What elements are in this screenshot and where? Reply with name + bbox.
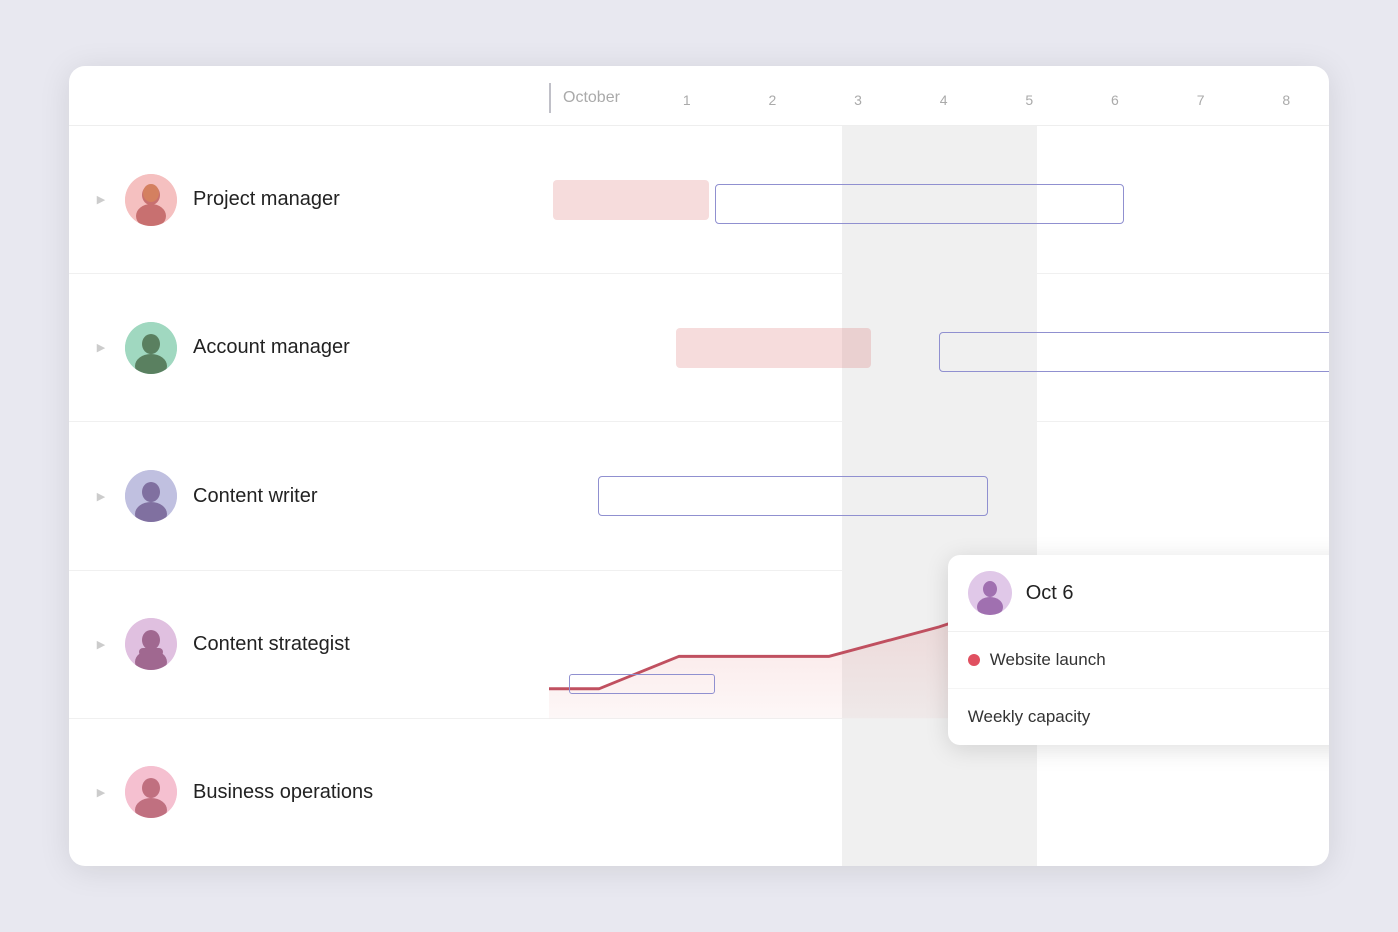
chart-row-am [549,274,1329,422]
tooltip-popup: Oct 6 # # Estimated time Website launch … [948,555,1329,745]
label-row-cw: ▶ Content writer [69,422,549,570]
tooltip-header-left: Oct 6 [968,571,1074,615]
chart-row-pm [549,126,1329,274]
tooltip-row-website: Website launch 30h 20m [948,632,1329,689]
label-row-pm: ▶ Project manager [69,126,549,274]
date-col-7: 7 [1158,92,1244,108]
date-col-1: 1 [644,92,730,108]
tooltip-header: Oct 6 # # Estimated time [948,555,1329,632]
dates-area: October 1 2 3 4 5 6 7 8 [549,83,1329,117]
tooltip-label-website: Website launch [990,650,1106,670]
label-row-cs: ▶ Content strategist [69,571,549,719]
row-name-cw: Content writer [193,485,318,508]
chart-area: Oct 6 # # Estimated time Website launch … [549,126,1329,866]
month-label: October [563,89,620,107]
date-col-5: 5 [986,92,1072,108]
expand-arrow-bo[interactable]: ▶ [93,786,109,799]
row-name-am: Account manager [193,336,350,359]
tooltip-row-capacity: Weekly capacity 40h 00m [948,689,1329,745]
label-row-bo: ▶ Business operations [69,719,549,866]
row-name-cs: Content strategist [193,633,350,656]
expand-arrow-am[interactable]: ▶ [93,341,109,354]
dot-red-website [968,654,980,666]
tooltip-row-left-website: Website launch [968,650,1106,670]
label-row-am: ▶ Account manager [69,274,549,422]
bar-filled-am [676,328,871,368]
row-name-bo: Business operations [193,781,373,804]
bar-outline-pm [715,184,1125,224]
row-name-pm: Project manager [193,188,340,211]
gantt-card: October 1 2 3 4 5 6 7 8 ▶ [69,66,1329,866]
expand-arrow-cs[interactable]: ▶ [93,638,109,651]
tooltip-avatar [968,571,1012,615]
avatar-cs [125,618,177,670]
tooltip-date: Oct 6 [1026,582,1074,605]
chart-row-cw [549,422,1329,570]
date-col-8: 8 [1243,92,1329,108]
avatar-cw [125,470,177,522]
expand-arrow-cw[interactable]: ▶ [93,490,109,503]
header-divider [549,83,551,113]
bar-outline-am [939,332,1329,372]
avatar-am [125,322,177,374]
date-col-3: 3 [815,92,901,108]
avatar-bo [125,766,177,818]
date-col-2: 2 [730,92,816,108]
expand-arrow-pm[interactable]: ▶ [93,193,109,206]
gantt-header: October 1 2 3 4 5 6 7 8 [69,66,1329,126]
bar-filled-pm [553,180,709,220]
bar-outline-cw [598,476,988,516]
date-col-4: 4 [901,92,987,108]
date-col-6: 6 [1072,92,1158,108]
gantt-rows [549,126,1329,866]
avatar-pm [125,174,177,226]
tooltip-label-capacity: Weekly capacity [968,707,1091,727]
tooltip-row-left-capacity: Weekly capacity [968,707,1091,727]
gantt-body: ▶ Project manager ▶ [69,126,1329,866]
labels-col: ▶ Project manager ▶ [69,126,549,866]
